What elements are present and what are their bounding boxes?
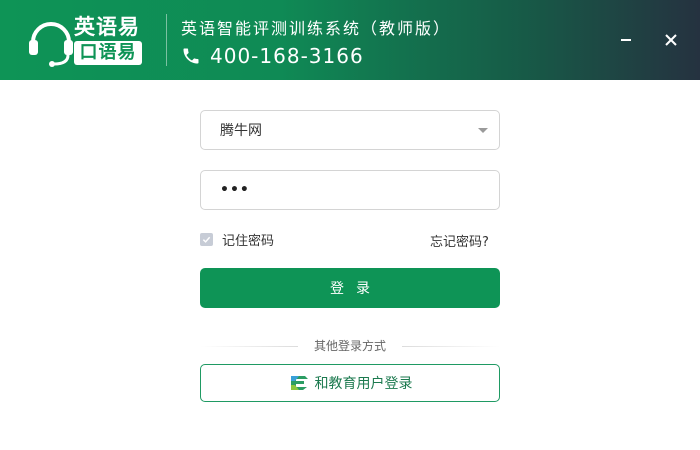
- hejiaoyu-login-label: 和教育用户登录: [314, 376, 413, 392]
- minimize-button[interactable]: [612, 26, 640, 54]
- remember-password-checkbox[interactable]: [200, 232, 213, 246]
- logo-line-1: 英语易: [74, 15, 140, 39]
- minimize-icon: [621, 39, 631, 41]
- hejiaoyu-logo-icon: [290, 376, 308, 390]
- checkmark-icon: [202, 236, 211, 243]
- password-input[interactable]: •••: [200, 170, 500, 210]
- close-icon: [665, 34, 677, 46]
- app-logo: 英语易 口语易: [28, 12, 146, 68]
- chevron-down-icon: [478, 128, 488, 133]
- remember-password-toggle[interactable]: 记住密码: [200, 230, 275, 249]
- remember-password-label: 记住密码: [222, 233, 275, 249]
- login-button[interactable]: 登录: [200, 268, 500, 308]
- headset-icon: [29, 22, 73, 67]
- title-bar: 英语易 口语易 英语智能评测训练系统（教师版） 400-168-3166: [0, 0, 700, 80]
- other-login-divider: 其他登录方式: [200, 339, 500, 353]
- hotline: 400-168-3166: [181, 42, 364, 70]
- hotline-number: 400-168-3166: [210, 44, 364, 68]
- logo-line-2: 口语易: [74, 41, 142, 65]
- close-button[interactable]: [657, 26, 685, 54]
- school-select-value: 腾牛网: [220, 123, 262, 139]
- hejiaoyu-login-button[interactable]: 和教育用户登录: [200, 364, 500, 402]
- divider-line-right: [402, 346, 500, 347]
- app-title: 英语智能评测训练系统（教师版）: [181, 19, 452, 38]
- header-divider: [166, 14, 167, 66]
- password-masked-value: •••: [220, 182, 250, 198]
- phone-icon: [183, 48, 199, 64]
- school-select[interactable]: 腾牛网: [200, 110, 500, 150]
- forgot-password-link[interactable]: 忘记密码?: [430, 231, 489, 250]
